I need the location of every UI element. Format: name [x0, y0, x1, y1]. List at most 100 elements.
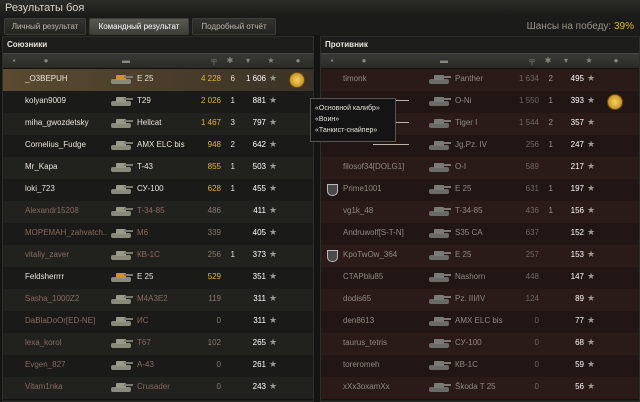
frags-column-icon[interactable]: ✱ — [225, 56, 235, 65]
table-row[interactable]: vitaliy_zaver КВ-1С 256 1 373 ★ — [3, 245, 313, 268]
tooltip-line: «Танкист-снайпер» — [315, 127, 378, 134]
frags-value: 1 — [548, 96, 553, 105]
tank-icon — [111, 251, 133, 260]
table-row[interactable]: Alexandr15208 T-34-85 486 411 ★ — [3, 201, 313, 224]
vehicle-name: СУ-100 — [137, 184, 164, 193]
tooltip-line: «Воин» — [315, 116, 340, 123]
damage-column-icon[interactable]: ╤ — [527, 56, 537, 65]
star-column-icon[interactable]: ★ — [584, 56, 594, 65]
medal-column-icon[interactable]: ● — [611, 56, 621, 65]
table-row[interactable]: filosof34[DOLG1] O-I 589 217 ★ — [321, 157, 639, 180]
star-icon: ★ — [587, 293, 596, 303]
frags-value: 1 — [230, 250, 235, 259]
star-icon: ★ — [587, 315, 596, 325]
medal-column-icon[interactable]: ● — [293, 56, 303, 65]
window-titlebar: Результаты боя — [0, 0, 640, 18]
table-row[interactable]: toreromeh КВ-1С 0 59 ★ — [321, 355, 639, 378]
star-icon: ★ — [587, 183, 596, 193]
damage-value: 0 — [534, 338, 539, 347]
table-row[interactable]: Cornelius_Fudge AMX ELC bis 948 2 642 ★ — [3, 135, 313, 158]
damage-value: 0 — [216, 360, 221, 369]
star-icon: ★ — [269, 117, 278, 127]
vehicle-column-icon[interactable]: ▬ — [439, 56, 449, 65]
xp-value: 77 — [575, 316, 584, 325]
medal-icon[interactable] — [289, 72, 305, 88]
vehicle-name: Tiger I — [455, 118, 478, 127]
damage-value: 0 — [216, 382, 221, 391]
tank-icon — [429, 207, 451, 216]
damage-value: 1 634 — [518, 74, 539, 83]
clan-column-icon[interactable]: ▪ — [9, 56, 19, 65]
vehicle-name: O-I — [455, 162, 467, 171]
enemies-panel: Противник ▪ ● ▬ ╤ ✱ ▾ ★ ● timonk Panther 1… — [320, 36, 640, 402]
tank-icon — [429, 163, 451, 172]
tab-team-result[interactable]: Командный результат — [89, 18, 189, 35]
vehicle-name: AMX ELC bis — [137, 140, 185, 149]
tab-detailed-report[interactable]: Подробный отчёт — [192, 18, 276, 35]
table-row[interactable]: Prime1001 E 25 631 1 197 ★ — [321, 179, 639, 202]
tank-icon — [429, 185, 451, 194]
damage-value: 0 — [534, 316, 539, 325]
table-row[interactable]: _O3BEPUH E 25 4 228 6 1 606 ★ — [3, 69, 313, 92]
table-row[interactable]: Vitam1nka Crusader 0 243 ★ — [3, 377, 313, 400]
vehicle-name: T67 — [137, 338, 151, 347]
table-row[interactable]: timonk Panther 1 634 2 495 ★ — [321, 69, 639, 92]
allies-column-header: ▪ ● ▬ ╤ ✱ ▾ ★ ● — [3, 53, 313, 69]
xp-value: 152 — [570, 228, 584, 237]
player-column-icon[interactable]: ● — [359, 56, 369, 65]
damage-value: 1 467 — [200, 118, 221, 127]
table-row[interactable]: dodis65 Pz. III/IV 124 89 ★ — [321, 289, 639, 312]
table-row[interactable]: loki_723 СУ-100 628 1 455 ★ — [3, 179, 313, 202]
damage-column-icon[interactable]: ╤ — [209, 56, 219, 65]
vehicle-name: A-43 — [137, 360, 154, 369]
table-row[interactable]: KpoTwOw_364 E 25 257 153 ★ — [321, 245, 639, 268]
frags-column-icon[interactable]: ✱ — [543, 56, 553, 65]
table-row[interactable]: vg1k_48 T-34-85 436 1 156 ★ — [321, 201, 639, 224]
vehicle-name: AMX ELC bis — [455, 316, 503, 325]
tank-icon — [111, 339, 133, 348]
xp-value: 89 — [575, 294, 584, 303]
xp-column-icon[interactable]: ▾ — [561, 56, 571, 65]
table-row[interactable]: lexa_korol T67 102 265 ★ — [3, 333, 313, 356]
star-icon: ★ — [269, 139, 278, 149]
xp-column-icon[interactable]: ▾ — [243, 56, 253, 65]
vehicle-column-icon[interactable]: ▬ — [121, 56, 131, 65]
table-row[interactable]: miha_gwozdetsky Hellcat 1 467 3 797 ★ — [3, 113, 313, 136]
player-name: Vitam1nka — [25, 382, 63, 391]
star-column-icon[interactable]: ★ — [266, 56, 276, 65]
table-row[interactable]: xXx3oxamXx Škoda T 25 0 56 ★ — [321, 377, 639, 400]
table-row[interactable]: CTAPblu85 Nashorn 448 147 ★ — [321, 267, 639, 290]
player-name: den8613 — [343, 316, 375, 325]
tank-icon — [429, 119, 451, 128]
table-row[interactable]: taurus_tetris СУ-100 0 68 ★ — [321, 333, 639, 356]
table-row[interactable]: kolyan9009 T29 2 026 1 881 ★ — [3, 91, 313, 114]
table-row[interactable]: Sasha_1000Z2 M4A3E2 119 311 ★ — [3, 289, 313, 312]
vehicle-name: Panther — [455, 74, 484, 83]
table-row[interactable]: Feldsherrrr E 25 529 351 ★ — [3, 267, 313, 290]
tank-icon — [429, 317, 451, 326]
tank-icon — [429, 97, 451, 106]
clan-column-icon[interactable]: ▪ — [327, 56, 337, 65]
table-row[interactable]: Mr_Kapa T-43 855 1 503 ★ — [3, 157, 313, 180]
damage-value: 102 — [207, 338, 221, 347]
player-column-icon[interactable]: ● — [41, 56, 51, 65]
medal-icon[interactable] — [607, 94, 623, 110]
table-row[interactable]: den8613 AMX ELC bis 0 77 ★ — [321, 311, 639, 334]
xp-value: 357 — [570, 118, 584, 127]
xp-value: 405 — [252, 228, 266, 237]
star-icon: ★ — [269, 161, 278, 171]
table-row[interactable]: МОРЕМАН_zahvatch... M6 339 405 ★ — [3, 223, 313, 246]
clan-shield-icon — [327, 184, 338, 196]
table-row[interactable]: Andruwolf[S-T-N] S35 CA 637 152 ★ — [321, 223, 639, 246]
xp-value: 247 — [570, 140, 584, 149]
damage-value: 339 — [207, 228, 221, 237]
tab-personal-result[interactable]: Личный результат — [4, 18, 86, 35]
vehicle-name: КВ-1С — [137, 250, 160, 259]
damage-value: 4 228 — [200, 74, 221, 83]
table-row[interactable]: Evgen_827 A-43 0 261 ★ — [3, 355, 313, 378]
xp-value: 1 606 — [245, 74, 266, 83]
star-icon: ★ — [587, 73, 596, 83]
table-row[interactable]: DaBlaDoOr[ED-NE] ИС 0 311 ★ — [3, 311, 313, 334]
damage-value: 637 — [525, 228, 539, 237]
damage-value: 119 — [208, 294, 221, 303]
